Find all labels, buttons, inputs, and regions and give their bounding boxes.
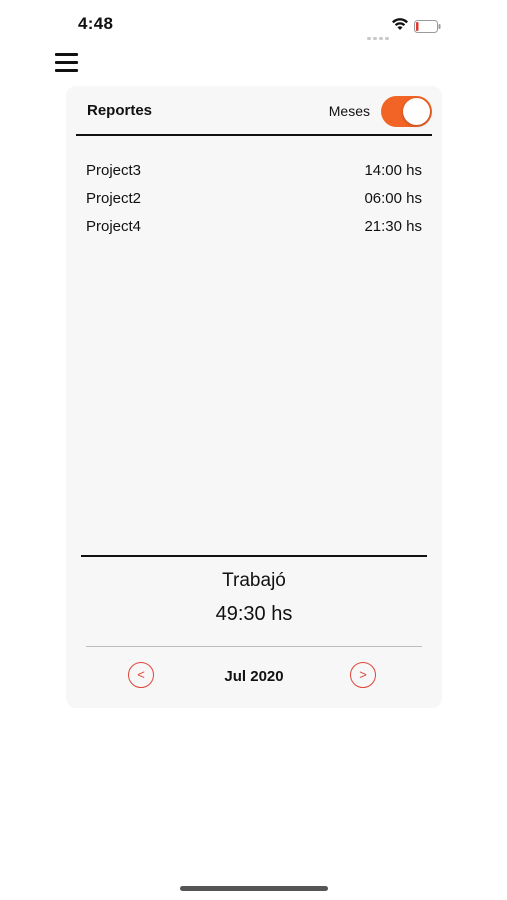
- card-title: Reportes: [87, 102, 153, 119]
- list-item[interactable]: Project2 06:00 hs: [86, 190, 422, 218]
- list-item[interactable]: Project4 21:30 hs: [86, 218, 422, 246]
- report-card: Reportes Meses Project3 14:00 hs Project…: [66, 86, 442, 708]
- battery-icon: [414, 20, 441, 33]
- home-indicator[interactable]: [180, 886, 328, 891]
- project-hours: 06:00 hs: [364, 190, 422, 207]
- project-list: Project3 14:00 hs Project2 06:00 hs Proj…: [86, 162, 422, 246]
- project-hours: 14:00 hs: [364, 162, 422, 179]
- next-month-button[interactable]: >: [350, 662, 376, 688]
- toggle-label: Meses: [328, 103, 370, 119]
- card-header: Reportes Meses: [66, 86, 442, 136]
- wifi-icon: [392, 18, 408, 30]
- period-label: Jul 2020: [224, 668, 284, 685]
- project-name: Project2: [86, 190, 142, 207]
- footer-divider: [81, 555, 427, 557]
- header-divider: [76, 134, 432, 136]
- status-icons: [367, 16, 447, 40]
- worked-total: 49:30 hs: [215, 603, 293, 625]
- screen: 4:48 Reportes Meses Project3 14:00 hs Pr…: [0, 0, 507, 900]
- months-toggle[interactable]: [381, 96, 432, 127]
- toggle-knob: [403, 98, 430, 125]
- project-name: Project3: [86, 162, 142, 179]
- status-time: 4:48: [78, 14, 114, 33]
- project-hours: 21:30 hs: [364, 218, 422, 235]
- worked-label: Trabajó: [222, 570, 286, 591]
- hamburger-icon[interactable]: [55, 53, 78, 74]
- project-name: Project4: [86, 218, 142, 235]
- thin-divider: [86, 646, 422, 647]
- list-item[interactable]: Project3 14:00 hs: [86, 162, 422, 190]
- signal-icon: [367, 27, 391, 45]
